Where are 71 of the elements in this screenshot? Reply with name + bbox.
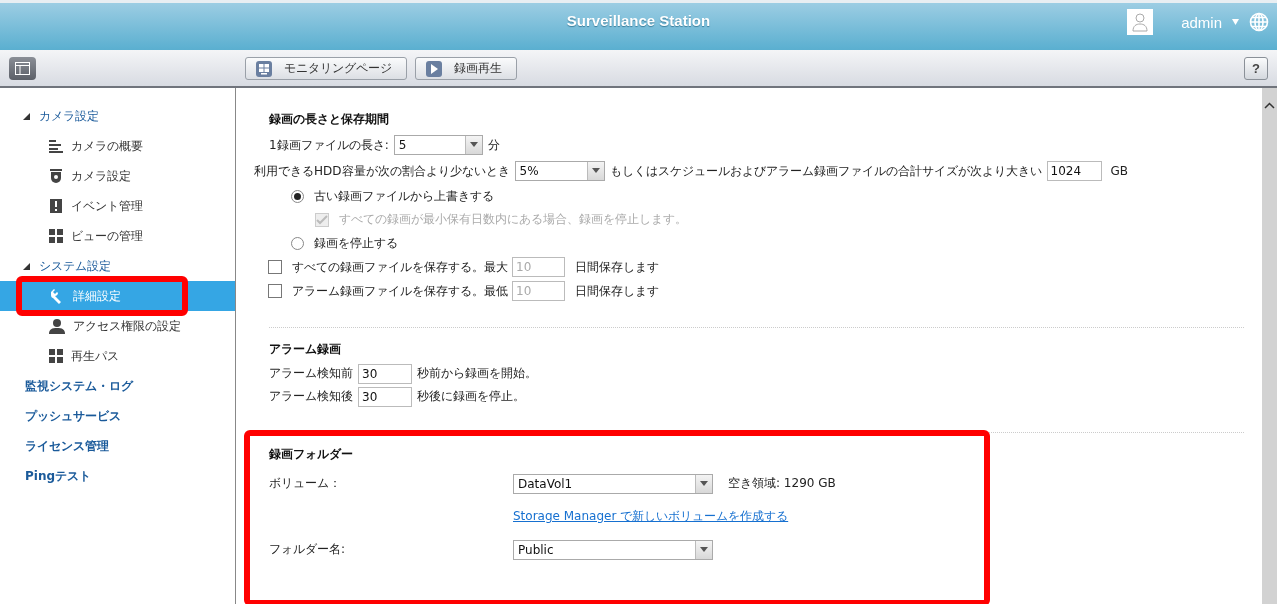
dropdown-caret-icon[interactable] bbox=[1232, 19, 1239, 25]
app-title: Surveillance Station bbox=[566, 12, 711, 29]
help-button[interactable]: ? bbox=[1244, 56, 1268, 80]
play-icon bbox=[426, 60, 442, 77]
radio-button[interactable] bbox=[291, 236, 304, 250]
seconds-field[interactable]: 30 bbox=[358, 386, 412, 407]
grid-icon bbox=[49, 349, 63, 363]
sidebar-group[interactable]: カメラ設定 bbox=[0, 101, 235, 131]
sidebar-group[interactable]: システム設定 bbox=[0, 251, 235, 281]
unit-label: 日間保存します bbox=[575, 282, 659, 300]
free-space-label: 空き領域: 1290 GB bbox=[728, 475, 836, 492]
unit-label: 分 bbox=[487, 136, 500, 154]
unit-label: 日間保存します bbox=[575, 258, 659, 276]
dropdown[interactable]: Public bbox=[513, 539, 713, 560]
sidebar-item[interactable]: アクセス権限の設定 bbox=[0, 311, 235, 341]
field-label: 秒前から録画を開始。 bbox=[417, 365, 537, 382]
sidebar-item[interactable]: 再生パス bbox=[0, 341, 235, 371]
caret-icon bbox=[700, 546, 708, 553]
sidebar-item[interactable]: カメラの概要 bbox=[0, 131, 235, 161]
field-label: アラーム検知後 bbox=[269, 388, 353, 405]
dropdown[interactable]: 5% bbox=[514, 161, 605, 181]
alert-icon bbox=[49, 199, 63, 213]
scrollbar[interactable] bbox=[1262, 88, 1277, 604]
sidebar-item[interactable]: ビューの管理 bbox=[0, 221, 235, 251]
avatar-icon[interactable] bbox=[1127, 9, 1154, 35]
dropdown[interactable]: 5 bbox=[393, 135, 483, 155]
layout-icon bbox=[15, 61, 30, 75]
layout-button[interactable] bbox=[9, 56, 36, 80]
radio-label: 録画を停止する bbox=[314, 234, 398, 252]
list-icon bbox=[49, 139, 63, 153]
user-icon bbox=[49, 318, 65, 334]
sidebar-group-label: システム設定 bbox=[39, 257, 111, 275]
field-label: フォルダー名: bbox=[269, 541, 347, 558]
sidebar-item[interactable]: イベント管理 bbox=[0, 191, 235, 221]
section-title: アラーム録画 bbox=[269, 340, 342, 358]
field-label: アラーム検知前 bbox=[269, 365, 353, 382]
caret-icon bbox=[591, 168, 600, 174]
sidebar-item[interactable]: Pingテスト bbox=[0, 461, 235, 491]
radio-label: 古い録画ファイルから上書きする bbox=[314, 187, 494, 205]
camera-icon bbox=[49, 169, 63, 183]
radio-button[interactable] bbox=[291, 189, 304, 203]
seconds-field[interactable]: 30 bbox=[358, 363, 412, 384]
toolbar-button[interactable]: 録画再生 bbox=[415, 57, 517, 80]
dropdown[interactable]: DataVol1 bbox=[513, 473, 713, 494]
section-title: 録画フォルダー bbox=[269, 445, 354, 463]
checkbox-label: アラーム録画ファイルを保存する。最低 bbox=[292, 282, 508, 300]
field-label: 1録画ファイルの長さ: bbox=[269, 136, 389, 154]
toolbar-button[interactable]: モニタリングページ bbox=[245, 57, 407, 80]
sidebar-group-label: カメラ設定 bbox=[39, 107, 99, 125]
create-volume-link[interactable]: Storage Manager で新しいボリュームを作成する bbox=[513, 508, 789, 525]
expand-arrow-icon bbox=[23, 262, 30, 270]
field-label: 秒後に録画を停止。 bbox=[417, 388, 525, 405]
sidebar-item[interactable]: 監視システム・ログ bbox=[0, 371, 235, 401]
sidebar-item[interactable]: カメラ設定 bbox=[0, 161, 235, 191]
section-title: 録画の長さと保存期間 bbox=[269, 110, 390, 128]
sidebar-item[interactable]: ライセンス管理 bbox=[0, 431, 235, 461]
monitor-icon bbox=[256, 60, 272, 77]
grid-icon bbox=[49, 229, 63, 243]
scroll-up-icon[interactable] bbox=[1264, 102, 1275, 109]
field-label: ボリューム： bbox=[269, 475, 342, 492]
checkbox-label: すべての録画が最小保有日数内にある場合、録画を停止します。 bbox=[339, 211, 687, 228]
unit-label: GB bbox=[1110, 164, 1129, 178]
globe-icon[interactable] bbox=[1249, 12, 1269, 32]
field-label: もしくはスケジュールおよびアラーム録画ファイルの合計サイズが次より大きい bbox=[609, 162, 1042, 180]
caret-icon bbox=[700, 480, 708, 487]
field-label: 利用できるHDD容量が次の割合より少ないとき bbox=[254, 162, 510, 180]
caret-icon bbox=[469, 142, 478, 148]
sidebar-item[interactable]: プッシュサービス bbox=[0, 401, 235, 431]
size-field[interactable]: 1024 bbox=[1046, 161, 1102, 181]
checkbox-label: すべての録画ファイルを保存する。最大 bbox=[292, 258, 508, 276]
expand-arrow-icon bbox=[23, 112, 30, 120]
